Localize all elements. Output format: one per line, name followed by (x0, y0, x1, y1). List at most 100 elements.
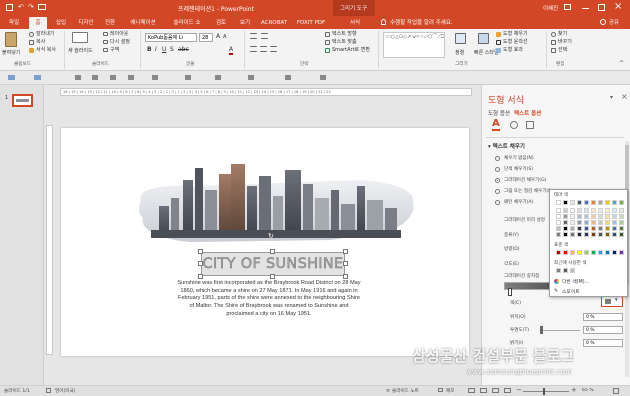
color-swatch[interactable] (591, 214, 596, 219)
slideshow-qat-icon[interactable] (38, 4, 46, 10)
option-pattern-fill[interactable]: 패턴 채우기(A) (504, 199, 550, 205)
tool-icon[interactable] (152, 75, 158, 80)
color-swatch[interactable] (591, 208, 596, 213)
transparency-spinner[interactable]: 0 % (583, 326, 623, 334)
save-icon[interactable] (6, 4, 13, 11)
comments-button[interactable]: 메모 (446, 388, 454, 394)
color-swatch[interactable] (563, 232, 568, 237)
format-painter-button[interactable]: 서식 복사 (36, 47, 56, 54)
quick-styles-icon[interactable] (478, 33, 489, 44)
color-swatch[interactable] (612, 220, 617, 225)
resize-handle[interactable] (343, 249, 348, 254)
tab-format[interactable]: 서식 (340, 17, 370, 29)
color-swatch[interactable] (570, 214, 575, 219)
color-swatch[interactable] (591, 200, 596, 205)
option-no-fill[interactable]: 채우기 없음(N) (504, 155, 534, 161)
color-swatch[interactable] (556, 220, 561, 225)
color-swatch[interactable] (605, 200, 610, 205)
color-swatch[interactable] (612, 200, 617, 205)
tool-icon[interactable] (110, 75, 116, 80)
find-icon[interactable] (551, 32, 556, 37)
numbering-icon[interactable] (261, 33, 268, 39)
layout-button[interactable]: 레이아웃 (110, 31, 128, 38)
radio-gradient-fill[interactable] (495, 178, 500, 183)
eyedropper-item[interactable]: 스포이트 (562, 288, 580, 295)
transparency-slider-thumb[interactable] (540, 326, 543, 334)
radio-pattern-fill[interactable] (495, 200, 500, 205)
color-swatch[interactable] (598, 220, 603, 225)
collapse-ribbon-icon[interactable]: ^ (619, 60, 624, 67)
shape-fill-icon[interactable] (496, 32, 501, 37)
select-button[interactable]: 선택 (558, 47, 567, 54)
copy-button[interactable]: 복사 (36, 39, 45, 46)
shadow-icon[interactable]: S (170, 46, 174, 53)
zoom-in-icon[interactable]: + (571, 386, 577, 394)
tab-shape-options[interactable]: 도형 옵션 (488, 109, 510, 117)
zoom-level[interactable]: 65 % (582, 388, 594, 393)
reading-view-icon[interactable] (492, 388, 499, 393)
strikethrough-icon[interactable]: abc (178, 46, 189, 53)
shape-effects-button[interactable]: 도형 효과 (503, 47, 523, 54)
color-swatch[interactable] (563, 226, 568, 231)
color-swatch[interactable] (598, 208, 603, 213)
color-swatch[interactable] (619, 232, 624, 237)
color-swatch[interactable] (584, 208, 589, 213)
color-swatch[interactable] (591, 250, 596, 255)
color-swatch[interactable] (598, 250, 603, 255)
tab-view[interactable]: 보기 (235, 17, 255, 29)
option-gradient-fill[interactable]: 그라데이션 채우기(G) (504, 177, 546, 183)
transparency-slider[interactable] (542, 330, 580, 331)
color-swatch[interactable] (577, 250, 582, 255)
color-swatch[interactable] (584, 232, 589, 237)
tab-design[interactable]: 디자인 (75, 17, 97, 29)
color-swatch[interactable] (605, 250, 610, 255)
radio-picture-fill[interactable] (495, 189, 500, 194)
color-swatch[interactable] (570, 268, 575, 273)
bold-icon[interactable]: B (147, 46, 152, 53)
color-swatch[interactable] (556, 268, 561, 273)
replace-icon[interactable] (551, 40, 556, 45)
select-icon[interactable] (551, 48, 556, 53)
color-swatch[interactable] (563, 200, 568, 205)
color-swatch[interactable] (584, 214, 589, 219)
color-swatch[interactable] (577, 208, 582, 213)
rotate-handle-icon[interactable]: ↻ (268, 232, 274, 240)
color-swatch[interactable] (619, 226, 624, 231)
textbox-icon[interactable] (526, 121, 534, 129)
color-swatch[interactable] (584, 250, 589, 255)
font-size-select[interactable]: 28 (199, 33, 213, 42)
shape-outline-button[interactable]: 도형 윤곽선 (503, 39, 528, 46)
comments-icon[interactable] (438, 388, 443, 392)
city-skyline-image[interactable] (131, 160, 421, 250)
color-swatch[interactable] (577, 220, 582, 225)
resize-handle[interactable] (198, 274, 203, 279)
color-swatch[interactable] (598, 226, 603, 231)
body-text[interactable]: Sunshine was first incorporated as the B… (121, 280, 417, 319)
new-slide-button[interactable]: 새 슬라이드 (68, 48, 93, 55)
notes-button[interactable]: 슬라이드 노트 (392, 388, 419, 394)
align-text-button[interactable]: 텍스트 맞춤 (332, 39, 357, 46)
tab-file[interactable]: 파일 (4, 17, 24, 29)
shape-outline-icon[interactable] (496, 40, 501, 45)
color-swatch[interactable] (563, 220, 568, 225)
resize-handle[interactable] (198, 249, 203, 254)
brightness-spinner[interactable]: 0 % (583, 339, 623, 347)
quick-styles-button[interactable]: 빠른 스타일 (474, 50, 499, 57)
color-swatch[interactable] (556, 232, 561, 237)
resize-handle[interactable] (198, 261, 203, 266)
format-painter-icon[interactable] (29, 48, 34, 53)
arrange-icon[interactable] (455, 33, 466, 44)
color-swatch[interactable] (556, 250, 561, 255)
color-swatch[interactable] (591, 220, 596, 225)
align-left-icon[interactable] (250, 46, 257, 52)
color-swatch[interactable] (577, 200, 582, 205)
color-swatch[interactable] (612, 232, 617, 237)
find-button[interactable]: 찾기 (558, 31, 567, 38)
more-colors-item[interactable]: 다른 색(M)... (562, 278, 589, 285)
tool-icon[interactable] (8, 75, 15, 80)
tool-icon[interactable] (75, 75, 81, 80)
color-swatch[interactable] (563, 208, 568, 213)
section-text-fill[interactable]: ▾ 텍스트 채우기 (488, 142, 525, 150)
share-icon[interactable] (600, 19, 606, 25)
position-spinner[interactable]: 0 % (583, 313, 623, 321)
